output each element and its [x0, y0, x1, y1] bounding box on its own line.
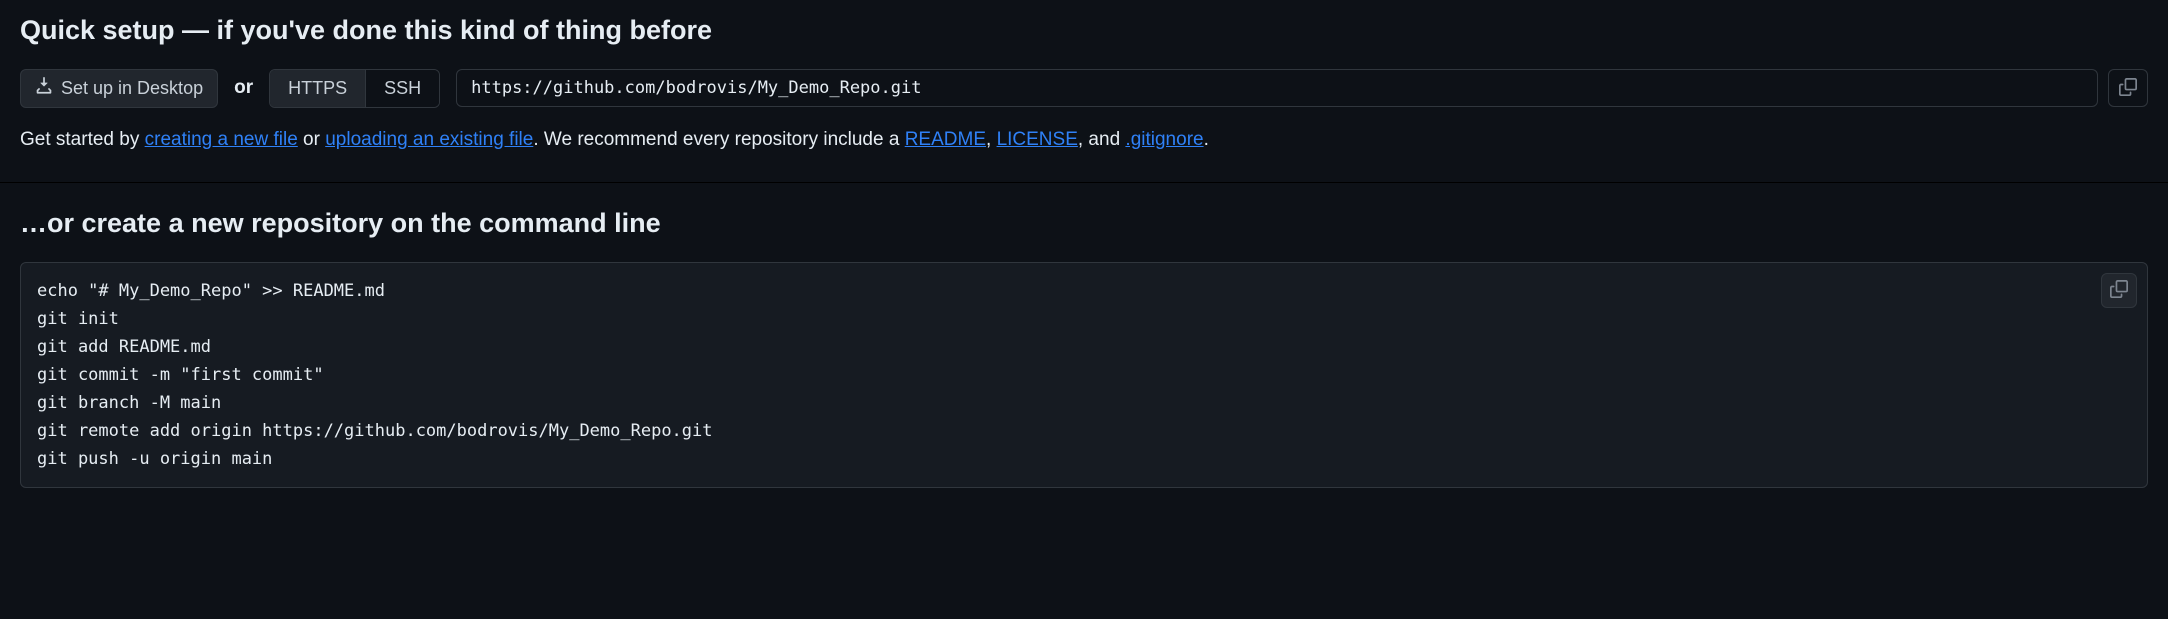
starter-suffix: . — [1204, 129, 1209, 150]
starter-prefix: Get started by — [20, 129, 145, 150]
setup-row: Set up in Desktop or HTTPS SSH — [20, 69, 2148, 108]
upload-existing-file-link[interactable]: uploading an existing file — [325, 129, 533, 150]
starter-mid2: . We recommend every repository include … — [533, 129, 904, 150]
starter-sep1: , — [986, 129, 997, 150]
copy-icon — [2110, 280, 2128, 301]
cmdline-heading: …or create a new repository on the comma… — [20, 203, 2148, 244]
create-new-file-link[interactable]: creating a new file — [145, 129, 298, 150]
readme-link[interactable]: README — [905, 129, 986, 150]
copy-url-button[interactable] — [2108, 69, 2148, 107]
desktop-download-icon — [35, 77, 53, 100]
clone-url-wrap — [456, 69, 2148, 107]
code-block-wrap: echo "# My_Demo_Repo" >> README.md git i… — [20, 262, 2148, 488]
https-button[interactable]: HTTPS — [270, 70, 365, 107]
license-link[interactable]: LICENSE — [997, 129, 1078, 150]
clone-url-input[interactable] — [456, 69, 2098, 107]
setup-in-desktop-label: Set up in Desktop — [61, 78, 203, 99]
quick-setup-heading: Quick setup — if you've done this kind o… — [20, 10, 2148, 51]
protocol-toggle: HTTPS SSH — [269, 69, 440, 108]
setup-in-desktop-button[interactable]: Set up in Desktop — [20, 69, 218, 108]
or-label: or — [234, 74, 253, 103]
copy-icon — [2119, 78, 2137, 99]
gitignore-link[interactable]: .gitignore — [1125, 129, 1203, 150]
cmdline-code[interactable]: echo "# My_Demo_Repo" >> README.md git i… — [37, 277, 2131, 473]
ssh-button[interactable]: SSH — [365, 70, 439, 107]
copy-code-button[interactable] — [2101, 273, 2137, 308]
starter-text: Get started by creating a new file or up… — [20, 126, 2148, 155]
starter-sep2: , and — [1078, 129, 1126, 150]
starter-mid1: or — [298, 129, 325, 150]
